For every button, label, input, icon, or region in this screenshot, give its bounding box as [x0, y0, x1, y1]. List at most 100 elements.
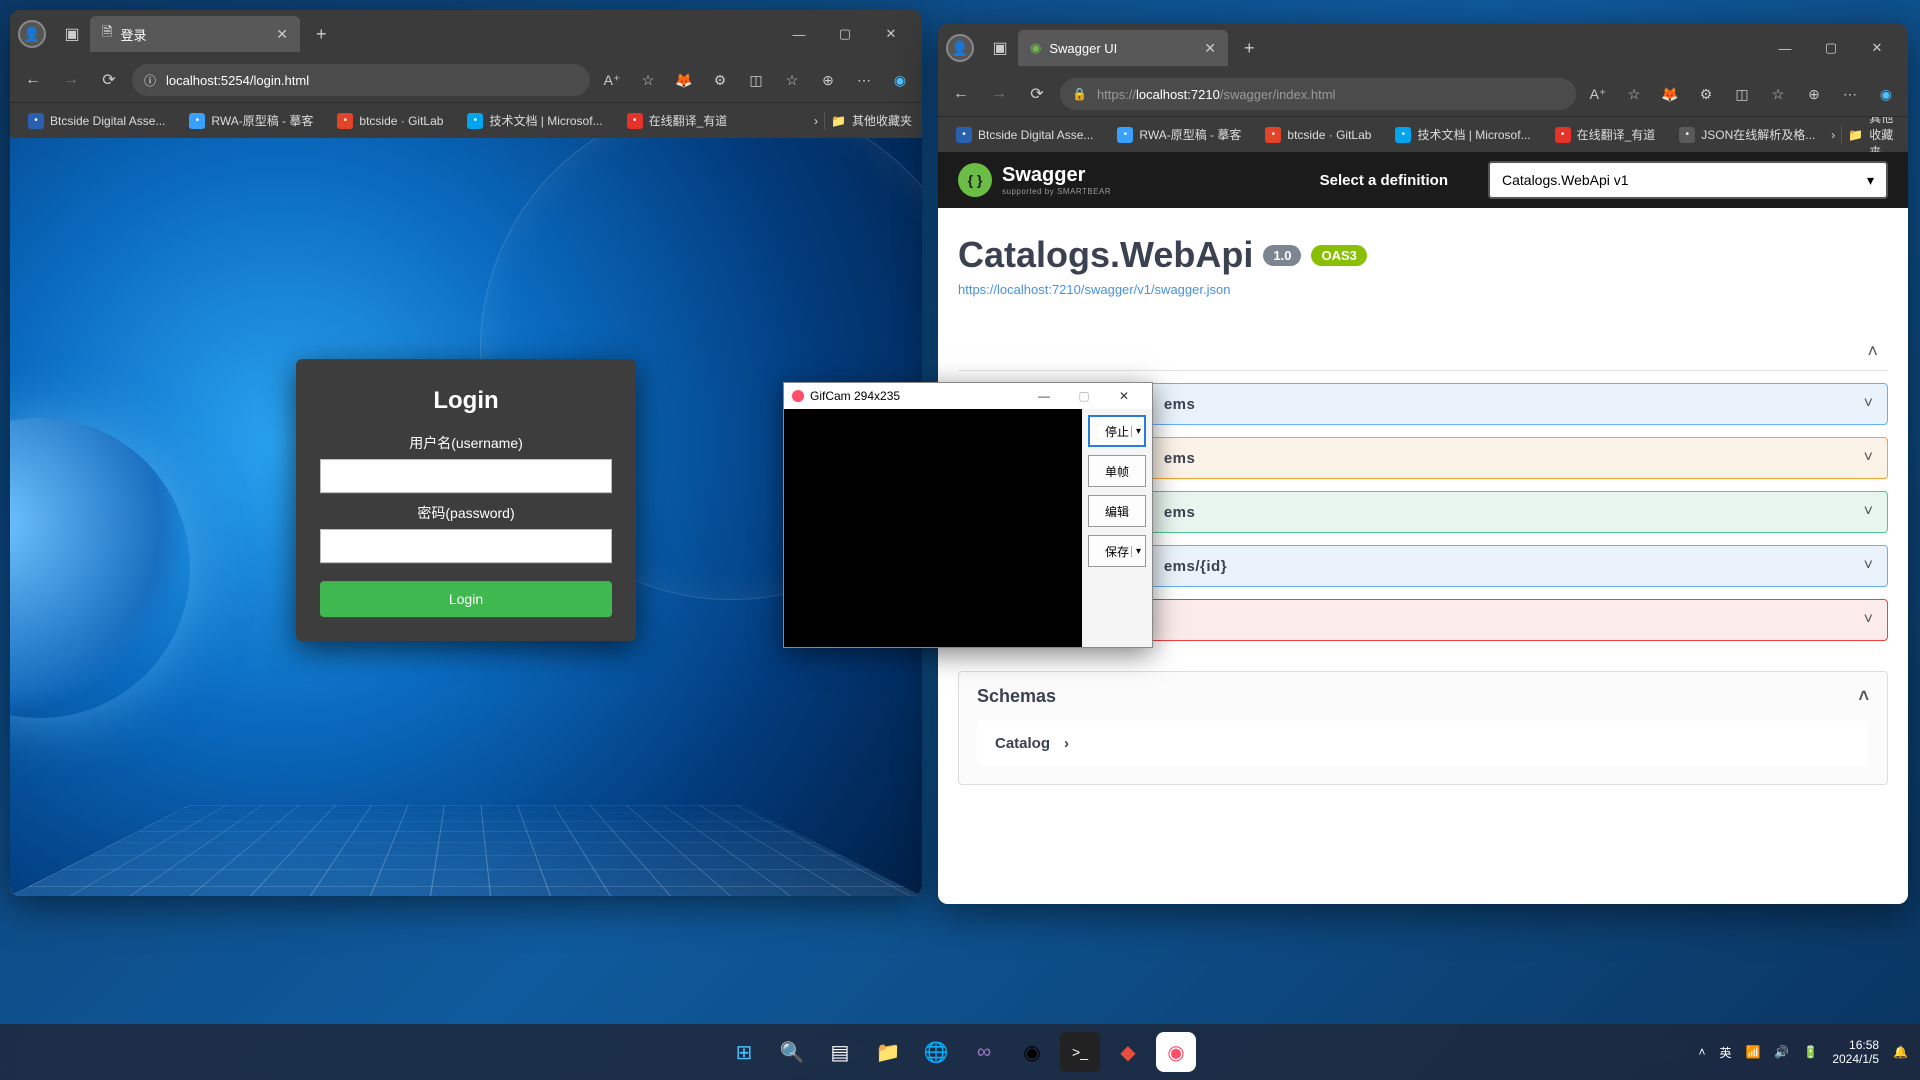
clock[interactable]: 16:58 2024/1/5 [1832, 1038, 1879, 1067]
maximize-button[interactable]: ▢ [822, 18, 868, 50]
close-button[interactable]: ✕ [1104, 389, 1144, 403]
terminal-button[interactable]: >_ [1060, 1032, 1100, 1072]
minimize-button[interactable]: — [776, 18, 822, 50]
more-icon[interactable]: ⋯ [1836, 80, 1864, 108]
bookmark-item[interactable]: •RWA-原型稿 - 摹客 [181, 108, 321, 133]
maximize-button[interactable]: ▢ [1808, 32, 1854, 64]
bookmark-item[interactable]: •JSON在线解析及格... [1671, 122, 1823, 147]
gifcam-edit-button[interactable]: 编辑 [1088, 495, 1146, 527]
bookmark-item[interactable]: •RWA-原型稿 - 摹客 [1109, 122, 1249, 147]
favorites-bar-icon[interactable]: ☆ [778, 66, 806, 94]
minimize-button[interactable]: — [1024, 389, 1064, 403]
favorite-icon[interactable]: ☆ [1620, 80, 1648, 108]
more-icon[interactable]: ⋯ [850, 66, 878, 94]
tag-header[interactable]: ˄ [958, 333, 1888, 371]
chevron-right-icon: › [1064, 735, 1069, 752]
volume-icon[interactable]: 🔊 [1774, 1045, 1789, 1059]
bookmarks-overflow-icon[interactable]: › [1831, 128, 1835, 142]
refresh-button[interactable]: ⟳ [94, 65, 124, 95]
gifcam-stop-button[interactable]: 停止 [1088, 415, 1146, 447]
new-tab-button[interactable]: + [306, 24, 337, 45]
url-text: localhost:5254/login.html [166, 73, 309, 88]
username-input[interactable] [320, 459, 612, 493]
close-tab-icon[interactable]: ✕ [1204, 40, 1216, 57]
bookmark-favicon-icon: • [28, 113, 44, 129]
bookmark-item[interactable]: •在线翻译_有道 [1547, 122, 1664, 147]
lock-icon[interactable]: 🔒 [1072, 87, 1087, 101]
bookmark-favicon-icon: • [1555, 127, 1571, 143]
gifcam-titlebar[interactable]: GifCam 294x235 — ▢ ✕ [784, 383, 1152, 409]
workspaces-icon[interactable]: ▣ [988, 38, 1012, 58]
start-button[interactable]: ⊞ [724, 1032, 764, 1072]
collections-icon[interactable]: ⊕ [1800, 80, 1828, 108]
login-title: Login [320, 387, 612, 415]
bookmark-favicon-icon: • [467, 113, 483, 129]
battery-icon[interactable]: 🔋 [1803, 1045, 1818, 1059]
favorites-bar-icon[interactable]: ☆ [1764, 80, 1792, 108]
minimize-button[interactable]: — [1762, 32, 1808, 64]
wifi-icon[interactable]: 📶 [1745, 1045, 1760, 1059]
ime-indicator[interactable]: 英 [1719, 1044, 1731, 1061]
profile-avatar[interactable]: 👤 [946, 34, 974, 62]
url-input[interactable]: 🔒 https://localhost:7210/swagger/index.h… [1060, 78, 1576, 110]
notifications-icon[interactable]: 🔔 [1893, 1045, 1908, 1059]
bookmark-item[interactable]: •在线翻译_有道 [619, 108, 736, 133]
swagger-json-link[interactable]: https://localhost:7210/swagger/v1/swagge… [958, 282, 1888, 297]
swagger-logo: { } Swagger supported by SMARTBEAR [958, 163, 1111, 197]
back-button[interactable]: ← [946, 79, 976, 109]
edge-button[interactable]: 🌐 [916, 1032, 956, 1072]
password-input[interactable] [320, 529, 612, 563]
collections-icon[interactable]: ⊕ [814, 66, 842, 94]
bookmark-item[interactable]: •Btcside Digital Asse... [20, 109, 173, 133]
copilot-icon[interactable]: ◉ [886, 66, 914, 94]
forward-button[interactable]: → [56, 65, 86, 95]
read-aloud-icon[interactable]: A⁺ [598, 66, 626, 94]
bookmark-item[interactable]: •技术文档 | Microsof... [1387, 122, 1538, 147]
extension-icon[interactable]: 🦊 [670, 66, 698, 94]
split-screen-icon[interactable]: ◫ [1728, 80, 1756, 108]
maximize-button[interactable]: ▢ [1064, 389, 1104, 403]
visual-studio-button[interactable]: ∞ [964, 1032, 1004, 1072]
schemas-header[interactable]: Schemas ˄ [959, 672, 1887, 721]
bookmark-item[interactable]: •技术文档 | Microsof... [459, 108, 610, 133]
favorite-icon[interactable]: ☆ [634, 66, 662, 94]
new-tab-button[interactable]: + [1234, 38, 1265, 59]
gifcam-save-button[interactable]: 保存 [1088, 535, 1146, 567]
file-explorer-button[interactable]: 📁 [868, 1032, 908, 1072]
close-tab-icon[interactable]: ✕ [276, 26, 288, 43]
bookmark-item[interactable]: •btcside · GitLab [1257, 123, 1379, 147]
gifcam-taskbar-button[interactable]: ◉ [1156, 1032, 1196, 1072]
login-button[interactable]: Login [320, 581, 612, 617]
copilot-icon[interactable]: ◉ [1872, 80, 1900, 108]
definition-select[interactable]: Catalogs.WebApi v1 ▾ [1488, 161, 1888, 199]
gifcam-frame-button[interactable]: 单帧 [1088, 455, 1146, 487]
site-info-icon[interactable]: ⓘ [144, 72, 156, 89]
bookmark-item[interactable]: •btcside · GitLab [329, 109, 451, 133]
search-button[interactable]: 🔍 [772, 1032, 812, 1072]
extension-icon[interactable]: 🦊 [1656, 80, 1684, 108]
close-button[interactable]: ✕ [868, 18, 914, 50]
refresh-button[interactable]: ⟳ [1022, 79, 1052, 109]
app-button[interactable]: ◆ [1108, 1032, 1148, 1072]
workspaces-icon[interactable]: ▣ [60, 24, 84, 44]
other-bookmarks[interactable]: 其他收藏夹 [1869, 116, 1898, 152]
tray-overflow-icon[interactable]: ˄ [1698, 1045, 1705, 1059]
bookmark-favicon-icon: • [1395, 127, 1411, 143]
forward-button[interactable]: → [984, 79, 1014, 109]
back-button[interactable]: ← [18, 65, 48, 95]
task-view-button[interactable]: ▤ [820, 1032, 860, 1072]
browser-tab[interactable]: ◉ Swagger UI ✕ [1018, 30, 1228, 66]
bookmarks-overflow-icon[interactable]: › [814, 114, 818, 128]
other-bookmarks[interactable]: 其他收藏夹 [852, 112, 912, 129]
bookmark-item[interactable]: •Btcside Digital Asse... [948, 123, 1101, 147]
extensions-icon[interactable]: ⚙ [1692, 80, 1720, 108]
close-button[interactable]: ✕ [1854, 32, 1900, 64]
schema-item[interactable]: Catalog › [977, 721, 1869, 766]
browser-tab[interactable]: 🗎 登录 ✕ [90, 16, 300, 52]
profile-avatar[interactable]: 👤 [18, 20, 46, 48]
read-aloud-icon[interactable]: A⁺ [1584, 80, 1612, 108]
split-screen-icon[interactable]: ◫ [742, 66, 770, 94]
chrome-button[interactable]: ◉ [1012, 1032, 1052, 1072]
extensions-icon[interactable]: ⚙ [706, 66, 734, 94]
url-input[interactable]: ⓘ localhost:5254/login.html [132, 64, 590, 96]
